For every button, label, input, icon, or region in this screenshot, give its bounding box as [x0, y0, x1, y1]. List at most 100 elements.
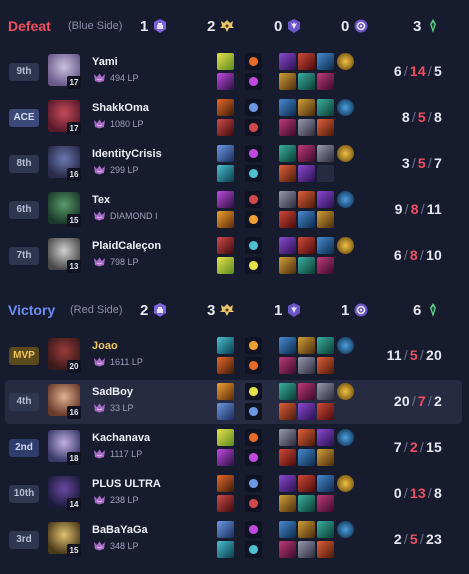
- rune-icon[interactable]: [245, 337, 262, 354]
- rune-icon[interactable]: [245, 257, 262, 274]
- item-icon[interactable]: [317, 521, 334, 538]
- summoner-name[interactable]: Kachanava: [92, 432, 150, 444]
- player-row[interactable]: 2nd 18 Kachanava 1117 LP 7/2/15: [5, 426, 462, 470]
- item-icon[interactable]: [298, 475, 315, 492]
- item-icon[interactable]: [317, 383, 334, 400]
- trinket-icon[interactable]: [337, 475, 354, 492]
- item-icon[interactable]: [279, 521, 296, 538]
- summoner-name[interactable]: PLUS ULTRA: [92, 478, 161, 490]
- item-icon[interactable]: [298, 383, 315, 400]
- item-icon[interactable]: [298, 237, 315, 254]
- player-row[interactable]: 8th 16 IdentityCrisis 299 LP 3/5/7: [5, 142, 462, 186]
- item-icon[interactable]: [298, 449, 315, 466]
- summoner-spell-icon[interactable]: [217, 383, 234, 400]
- summoner-spell-icon[interactable]: [217, 145, 234, 162]
- item-icon[interactable]: [279, 495, 296, 512]
- item-icon[interactable]: [317, 357, 334, 374]
- rune-icon[interactable]: [245, 145, 262, 162]
- summoner-name[interactable]: Yami: [92, 56, 118, 68]
- item-icon[interactable]: [317, 429, 334, 446]
- item-icon[interactable]: [279, 237, 296, 254]
- summoner-spell-icon[interactable]: [217, 237, 234, 254]
- item-icon[interactable]: [317, 211, 334, 228]
- summoner-name[interactable]: Tex: [92, 194, 110, 206]
- rune-icon[interactable]: [245, 521, 262, 538]
- item-icon[interactable]: [279, 403, 296, 420]
- item-icon[interactable]: [279, 145, 296, 162]
- item-icon[interactable]: [298, 119, 315, 136]
- summoner-name[interactable]: ShakkOma: [92, 102, 149, 114]
- trinket-icon[interactable]: [337, 191, 354, 208]
- item-icon[interactable]: [279, 475, 296, 492]
- player-row[interactable]: MVP 20 Joao 1611 LP 11/5/20: [5, 334, 462, 378]
- item-icon[interactable]: [298, 541, 315, 558]
- rune-icon[interactable]: [245, 237, 262, 254]
- summoner-spell-icon[interactable]: [217, 429, 234, 446]
- rune-icon[interactable]: [245, 541, 262, 558]
- summoner-spell-icon[interactable]: [217, 53, 234, 70]
- item-icon[interactable]: [279, 53, 296, 70]
- summoner-spell-icon[interactable]: [217, 449, 234, 466]
- rune-icon[interactable]: [245, 119, 262, 136]
- item-icon[interactable]: [279, 73, 296, 90]
- rune-icon[interactable]: [245, 495, 262, 512]
- item-icon[interactable]: [317, 99, 334, 116]
- player-row[interactable]: 7th 13 PlaidCaleçon 798 LP 6/8/10: [5, 234, 462, 278]
- item-icon[interactable]: [298, 429, 315, 446]
- summoner-spell-icon[interactable]: [217, 191, 234, 208]
- item-icon[interactable]: [317, 237, 334, 254]
- rune-icon[interactable]: [245, 73, 262, 90]
- summoner-spell-icon[interactable]: [217, 357, 234, 374]
- item-icon[interactable]: [279, 383, 296, 400]
- item-icon[interactable]: [279, 429, 296, 446]
- rune-icon[interactable]: [245, 403, 262, 420]
- summoner-spell-icon[interactable]: [217, 541, 234, 558]
- item-icon[interactable]: [279, 119, 296, 136]
- item-icon[interactable]: [279, 357, 296, 374]
- item-icon[interactable]: [279, 337, 296, 354]
- item-icon[interactable]: [317, 449, 334, 466]
- item-icon[interactable]: [317, 495, 334, 512]
- summoner-spell-icon[interactable]: [217, 475, 234, 492]
- item-icon[interactable]: [298, 211, 315, 228]
- summoner-spell-icon[interactable]: [217, 73, 234, 90]
- item-icon[interactable]: [317, 53, 334, 70]
- item-icon[interactable]: [317, 337, 334, 354]
- rune-icon[interactable]: [245, 383, 262, 400]
- player-row[interactable]: 4th 16 SadBoy 33 LP 20/7/2: [5, 380, 462, 424]
- summoner-spell-icon[interactable]: [217, 211, 234, 228]
- item-icon[interactable]: [279, 165, 296, 182]
- rune-icon[interactable]: [245, 165, 262, 182]
- trinket-icon[interactable]: [337, 53, 354, 70]
- summoner-name[interactable]: PlaidCaleçon: [92, 240, 161, 252]
- item-icon[interactable]: [279, 449, 296, 466]
- player-row[interactable]: 9th 17 Yami 494 LP 6/14/5: [5, 50, 462, 94]
- trinket-icon[interactable]: [337, 383, 354, 400]
- item-icon[interactable]: [317, 191, 334, 208]
- trinket-icon[interactable]: [337, 145, 354, 162]
- trinket-icon[interactable]: [337, 521, 354, 538]
- summoner-spell-icon[interactable]: [217, 165, 234, 182]
- trinket-icon[interactable]: [337, 337, 354, 354]
- item-icon[interactable]: [298, 337, 315, 354]
- item-icon[interactable]: [298, 191, 315, 208]
- summoner-spell-icon[interactable]: [217, 119, 234, 136]
- item-icon[interactable]: [317, 73, 334, 90]
- item-icon[interactable]: [279, 541, 296, 558]
- item-icon[interactable]: [298, 99, 315, 116]
- trinket-icon[interactable]: [337, 429, 354, 446]
- item-icon[interactable]: [298, 165, 315, 182]
- item-icon[interactable]: [279, 211, 296, 228]
- rune-icon[interactable]: [245, 429, 262, 446]
- item-icon[interactable]: [317, 475, 334, 492]
- item-icon[interactable]: [298, 257, 315, 274]
- rune-icon[interactable]: [245, 191, 262, 208]
- rune-icon[interactable]: [245, 53, 262, 70]
- summoner-spell-icon[interactable]: [217, 337, 234, 354]
- item-icon[interactable]: [298, 73, 315, 90]
- summoner-name[interactable]: SadBoy: [92, 386, 133, 398]
- summoner-name[interactable]: Joao: [92, 340, 118, 352]
- item-icon[interactable]: [298, 145, 315, 162]
- empty-item-slot[interactable]: [317, 165, 334, 182]
- item-icon[interactable]: [279, 257, 296, 274]
